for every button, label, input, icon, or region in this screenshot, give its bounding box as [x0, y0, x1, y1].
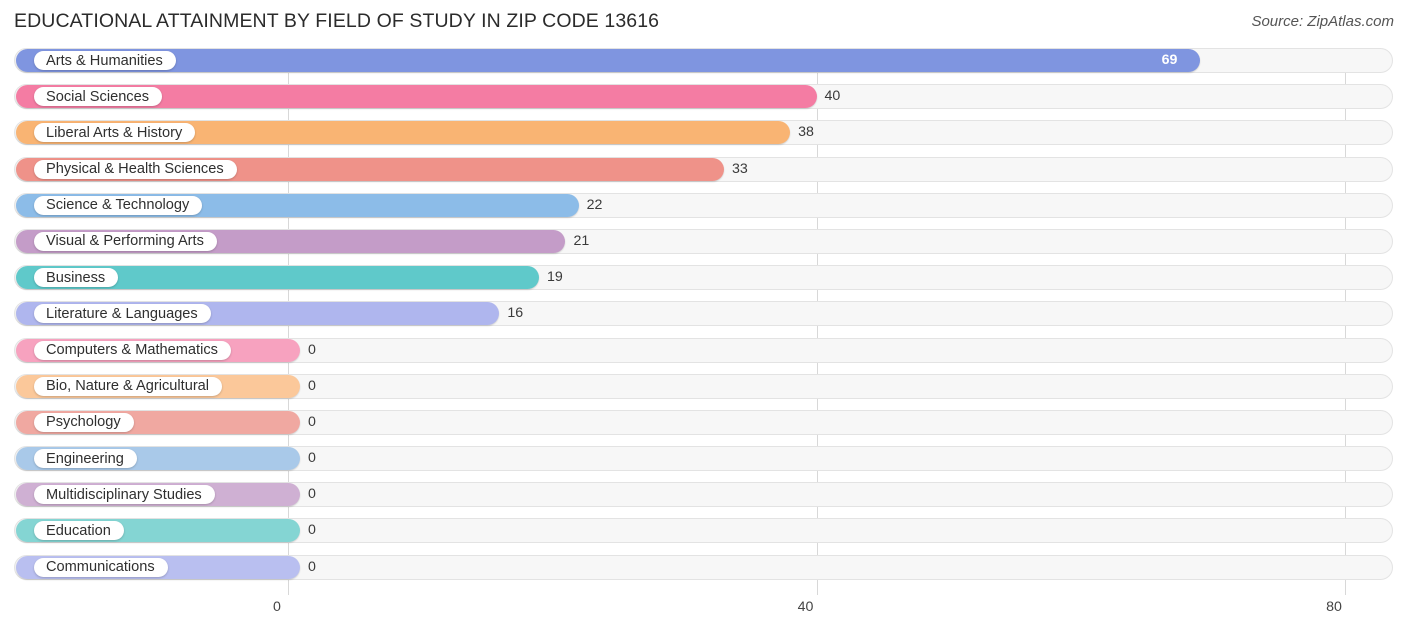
- x-axis-tick-0: 0: [273, 599, 281, 615]
- source-attribution: Source: ZipAtlas.com: [1251, 13, 1394, 30]
- bar-row[interactable]: Psychology 0: [0, 404, 1406, 440]
- x-axis-tick-80: 80: [1326, 599, 1342, 615]
- bar-category-label: Physical & Health Sciences: [34, 159, 237, 179]
- bar-category-label: Literature & Languages: [34, 304, 211, 324]
- bar-category-label: Visual & Performing Arts: [34, 231, 217, 251]
- bar-row[interactable]: Liberal Arts & History 38: [0, 114, 1406, 150]
- bar-category-label: Psychology: [34, 412, 134, 432]
- bar-value-label: 0: [308, 413, 316, 430]
- bar-category-label: Education: [34, 521, 124, 541]
- bar-row[interactable]: Arts & Humanities 69: [0, 42, 1406, 78]
- chart-header: EDUCATIONAL ATTAINMENT BY FIELD OF STUDY…: [0, 0, 1406, 42]
- bar-value-label: 21: [573, 232, 590, 249]
- bar-row[interactable]: Communications 0: [0, 549, 1406, 585]
- bar-row[interactable]: Physical & Health Sciences 33: [0, 151, 1406, 187]
- bar-category-label: Multidisciplinary Studies: [34, 485, 215, 505]
- bar-category-label: Engineering: [34, 449, 137, 469]
- bar-category-label: Liberal Arts & History: [34, 123, 196, 143]
- x-axis: 0 40 80: [0, 595, 1406, 631]
- bar-category-label: Bio, Nature & Agricultural: [34, 376, 223, 396]
- bar-value-label: 16: [507, 305, 524, 322]
- bar-category-label: Social Sciences: [34, 87, 163, 107]
- bar-fill: [16, 49, 1200, 72]
- page-title: EDUCATIONAL ATTAINMENT BY FIELD OF STUDY…: [14, 10, 660, 32]
- bar-value-label: 69: [1161, 52, 1178, 68]
- bar-category-label: Computers & Mathematics: [34, 340, 231, 360]
- bar-value-label: 19: [547, 269, 563, 286]
- bar-rows: Arts & Humanities 69 Social Sciences 40 Libe…: [0, 42, 1406, 585]
- bar-value-label: 22: [586, 196, 603, 213]
- bar-row[interactable]: Multidisciplinary Studies 0: [0, 476, 1406, 512]
- bar-row[interactable]: Computers & Mathematics 0: [0, 332, 1406, 368]
- bar-category-label: Communications: [34, 557, 168, 577]
- bar-row[interactable]: Literature & Languages 16: [0, 295, 1406, 331]
- bar-row[interactable]: Bio, Nature & Agricultural 0: [0, 368, 1406, 404]
- bar-row[interactable]: Science & Technology 22: [0, 187, 1406, 223]
- bar-row[interactable]: Business 19: [0, 259, 1406, 295]
- bar-row[interactable]: Education 0: [0, 512, 1406, 548]
- bar-category-label: Arts & Humanities: [34, 51, 176, 70]
- bar-value-label: 0: [308, 377, 316, 394]
- bar-category-label: Business: [34, 268, 119, 288]
- bar-value-label: 40: [824, 88, 841, 105]
- bar-value-label: 0: [308, 450, 316, 467]
- bar-value-label: 38: [798, 124, 814, 141]
- bar-value-label: 0: [308, 558, 316, 575]
- bar-category-label: Science & Technology: [34, 195, 203, 215]
- bar-value-label: 0: [308, 486, 316, 503]
- bar-row[interactable]: Engineering 0: [0, 440, 1406, 476]
- chart-plot-area: Arts & Humanities 69 Social Sciences 40 Libe…: [0, 42, 1406, 595]
- bar-row[interactable]: Visual & Performing Arts 21: [0, 223, 1406, 259]
- bar-value-label: 0: [308, 522, 316, 539]
- bar-value-label: 0: [308, 341, 316, 358]
- bar-row[interactable]: Social Sciences 40: [0, 78, 1406, 114]
- x-axis-tick-40: 40: [797, 599, 814, 615]
- bar-value-label: 33: [732, 160, 748, 177]
